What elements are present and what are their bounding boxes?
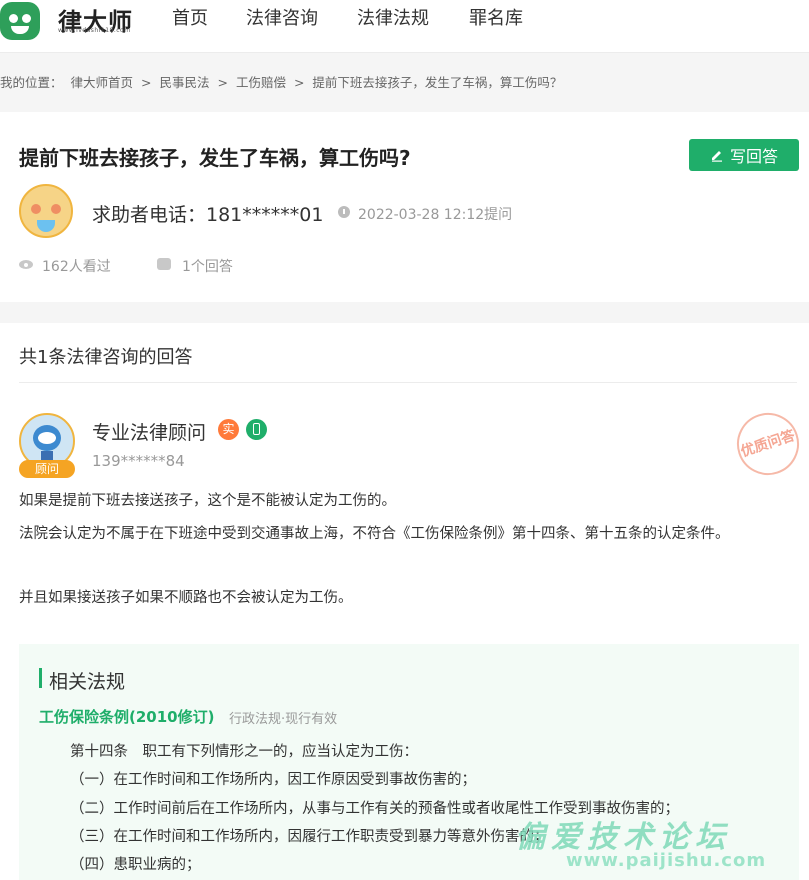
site-logo[interactable]: 律大师 www.lvdashi110.com xyxy=(0,0,140,44)
law-article-line: （一）在工作时间和工作场所内，因工作原因受到事故伤害的； xyxy=(70,772,476,788)
nav-legal-consult[interactable]: 法律咨询 xyxy=(246,4,318,30)
breadcrumb-separator: > xyxy=(293,75,305,90)
answer-paragraph: 法院会认定为不属于在下班途中受到交通事故上海，不符合《工伤保险条例》第十四条、第… xyxy=(19,526,730,542)
asker-avatar xyxy=(19,184,73,238)
question-time: 2022-03-28 12:12提问 xyxy=(358,207,513,223)
question-title: 提前下班去接孩子，发生了车祸，算工伤吗? xyxy=(19,146,411,170)
watermark-url: www.paijishu.com xyxy=(566,850,767,871)
breadcrumb: 我的位置： 律大师首页 > 民事民法 > 工伤赔偿 > 提前下班去接孩子，发生了… xyxy=(0,72,566,91)
answer-paragraph: 如果是提前下班去接送孩子，这个是不能被认定为工伤的。 xyxy=(19,493,396,509)
lawyer-phone: 139******84 xyxy=(92,452,185,470)
breadcrumb-civil[interactable]: 民事民法 xyxy=(159,75,209,90)
phone-verified-icon xyxy=(246,419,267,440)
consultant-badge: 顾问 xyxy=(19,460,75,478)
top-navigation-bar: 律大师 www.lvdashi110.com 首页 法律咨询 法律法规 罪名库 xyxy=(0,0,809,53)
law-article-line: （三）在工作时间和工作场所内，因履行工作职责受到暴力等意外伤害的； xyxy=(70,829,549,845)
nav-home[interactable]: 首页 xyxy=(172,4,208,30)
view-count: 162人看过 xyxy=(42,259,111,275)
verified-badge: 实 xyxy=(218,419,239,440)
breadcrumb-injury[interactable]: 工伤赔偿 xyxy=(236,75,286,90)
logo-mascot-icon xyxy=(0,2,40,40)
divider xyxy=(19,382,797,383)
nav-crime-library[interactable]: 罪名库 xyxy=(469,4,523,30)
breadcrumb-current: 提前下班去接孩子，发生了车祸，算工伤吗？ xyxy=(312,75,563,90)
answer-paragraph: 并且如果接送孩子如果不顺路也不会被认定为工伤。 xyxy=(19,590,353,606)
related-laws-title: 相关法规 xyxy=(49,671,126,693)
pencil-icon xyxy=(711,151,722,162)
breadcrumb-prefix: 我的位置： xyxy=(0,75,63,90)
law-status: 行政法规·现行有效 xyxy=(229,712,338,727)
write-answer-button[interactable]: 写回答 xyxy=(689,139,799,171)
answer-count: 1个回答 xyxy=(182,259,233,275)
breadcrumb-home[interactable]: 律大师首页 xyxy=(71,75,134,90)
breadcrumb-separator: > xyxy=(217,75,228,90)
section-accent-bar xyxy=(39,668,42,688)
breadcrumb-separator: > xyxy=(141,75,152,90)
logo-url: www.lvdashi110.com xyxy=(58,27,131,34)
clock-icon xyxy=(338,206,350,218)
law-name-link[interactable]: 工伤保险条例(2010修订) xyxy=(39,706,214,727)
asker-phone: 求助者电话：181******01 xyxy=(92,204,324,226)
nav-laws[interactable]: 法律法规 xyxy=(357,4,429,30)
comment-icon xyxy=(157,258,171,270)
eye-icon xyxy=(19,260,33,269)
answers-section-title: 共1条法律咨询的回答 xyxy=(19,347,193,368)
law-article-line: 第十四条 职工有下列情形之一的，应当认定为工伤： xyxy=(70,744,418,760)
law-article-line: （四）患职业病的； xyxy=(70,857,201,873)
write-answer-label: 写回答 xyxy=(729,147,778,166)
lawyer-name[interactable]: 专业法律顾问 xyxy=(92,418,206,445)
